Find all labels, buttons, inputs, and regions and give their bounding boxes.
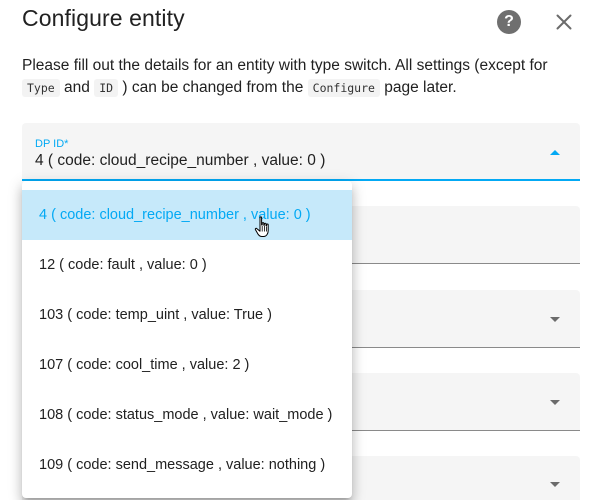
description-text: and: [64, 79, 90, 96]
close-icon[interactable]: [552, 10, 576, 34]
hand-cursor-icon: [254, 216, 269, 237]
caret-down-icon[interactable]: [550, 317, 560, 322]
code-id: ID: [94, 79, 119, 97]
caret-down-icon[interactable]: [550, 482, 560, 487]
dp-id-value: 4 ( code: cloud_recipe_number , value: 0…: [35, 152, 326, 169]
dialog-description: Please fill out the details for an entit…: [22, 55, 577, 99]
code-configure: Configure: [307, 79, 380, 97]
dropdown-option[interactable]: 4 ( code: cloud_recipe_number , value: 0…: [22, 190, 352, 240]
dialog-header: Configure entity ?: [0, 0, 596, 48]
dropdown-option[interactable]: 107 ( code: cool_time , value: 2 ): [22, 340, 352, 390]
dropdown-option[interactable]: 108 ( code: status_mode , value: wait_mo…: [22, 390, 352, 440]
dp-id-dropdown-menu: 4 ( code: cloud_recipe_number , value: 0…: [22, 181, 352, 498]
dp-id-select[interactable]: DP ID* 4 ( code: cloud_recipe_number , v…: [22, 123, 580, 181]
dropdown-option[interactable]: 103 ( code: temp_uint , value: True ): [22, 290, 352, 340]
description-text: ) can be changed from the: [122, 79, 304, 96]
description-text: Please fill out the details for an entit…: [22, 57, 548, 74]
caret-up-icon[interactable]: [550, 150, 560, 155]
configure-entity-dialog: Configure entity ? Please fill out the d…: [0, 0, 596, 500]
dialog-title: Configure entity: [22, 5, 185, 31]
dropdown-option[interactable]: 109 ( code: send_message , value: nothin…: [22, 440, 352, 490]
dp-id-label: DP ID*: [35, 138, 69, 150]
code-type: Type: [22, 79, 60, 97]
caret-down-icon[interactable]: [550, 400, 560, 405]
description-text: page later.: [384, 79, 457, 96]
dropdown-option[interactable]: 12 ( code: fault , value: 0 ): [22, 240, 352, 290]
help-icon[interactable]: ?: [497, 10, 521, 34]
